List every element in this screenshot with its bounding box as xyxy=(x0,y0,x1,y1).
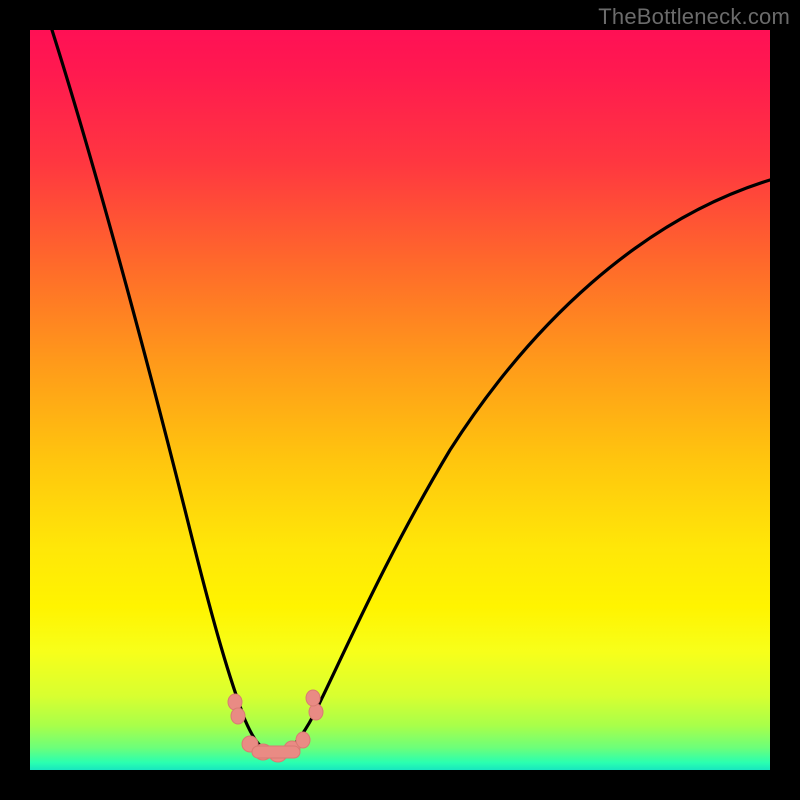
plot-area xyxy=(30,30,770,770)
watermark-text: TheBottleneck.com xyxy=(598,4,790,30)
chart-frame: TheBottleneck.com xyxy=(0,0,800,800)
curve-path xyxy=(52,30,770,753)
bottleneck-curve xyxy=(30,30,770,770)
